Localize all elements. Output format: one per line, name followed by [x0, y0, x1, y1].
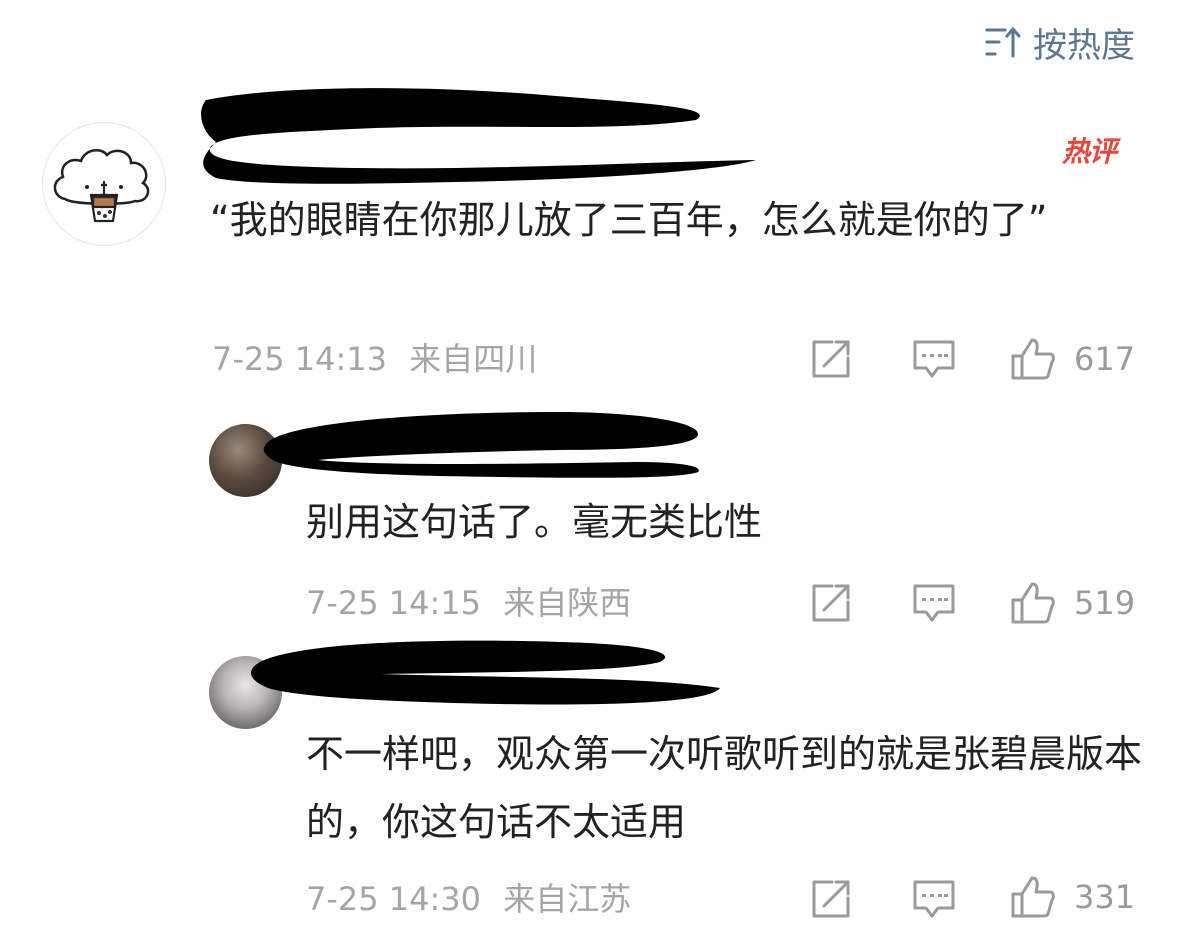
- thumb-up-icon: [1011, 876, 1055, 918]
- avatar[interactable]: [42, 122, 166, 246]
- comment-icon: [913, 880, 955, 918]
- reply-text: 不一样吧，观众第一次听歌听到的就是张碧晨版本的，你这句话不太适用: [306, 732, 1143, 844]
- share-button[interactable]: [810, 338, 852, 380]
- like-count: 519: [1074, 584, 1136, 622]
- like-button[interactable]: 331: [1010, 874, 1135, 920]
- comment-time: 7-25 14:30: [306, 880, 482, 918]
- thumb-up-icon: [1011, 338, 1055, 380]
- share-button[interactable]: [810, 582, 852, 624]
- comment-location: 来自江苏: [503, 880, 632, 918]
- comment-button[interactable]: [912, 582, 956, 624]
- comment-time: 7-25 14:15: [306, 584, 482, 622]
- comment-meta: 7-25 14:13 来自四川: [212, 336, 537, 382]
- sort-label: 按热度: [1033, 25, 1135, 66]
- comment-button[interactable]: [912, 878, 956, 920]
- avatar-cloud-icon: [53, 148, 150, 223]
- comment-location: 来自陕西: [503, 584, 632, 622]
- like-button[interactable]: 617: [1010, 336, 1135, 382]
- comment-icon: [913, 584, 955, 622]
- share-icon: [812, 340, 850, 378]
- share-icon: [812, 880, 850, 918]
- redacted-username: [201, 88, 757, 184]
- comment-icon: [913, 340, 955, 378]
- like-button[interactable]: 519: [1010, 580, 1135, 626]
- comment-text: “我的眼睛在你那儿放了三百年，怎么就是你的了”: [210, 198, 1048, 242]
- hot-comment-badge: 热评: [1062, 135, 1117, 168]
- comment-button[interactable]: [912, 338, 956, 380]
- reply-text: 别用这句话了。毫无类比性: [306, 500, 763, 544]
- redacted-username: [263, 412, 699, 478]
- like-count: 617: [1074, 340, 1136, 378]
- share-button[interactable]: [810, 878, 852, 920]
- sort-lines-icon: [985, 26, 1021, 58]
- like-count: 331: [1074, 878, 1136, 916]
- comment-meta: 7-25 14:30 来自江苏: [306, 876, 631, 922]
- thumb-up-icon: [1011, 582, 1055, 624]
- comment-meta: 7-25 14:15 来自陕西: [306, 580, 631, 626]
- share-icon: [812, 584, 850, 622]
- comment-location: 来自四川: [409, 340, 538, 378]
- sort-by-hot-button[interactable]: 按热度: [985, 18, 1135, 66]
- redacted-username: [250, 640, 721, 705]
- comment-time: 7-25 14:13: [212, 340, 388, 378]
